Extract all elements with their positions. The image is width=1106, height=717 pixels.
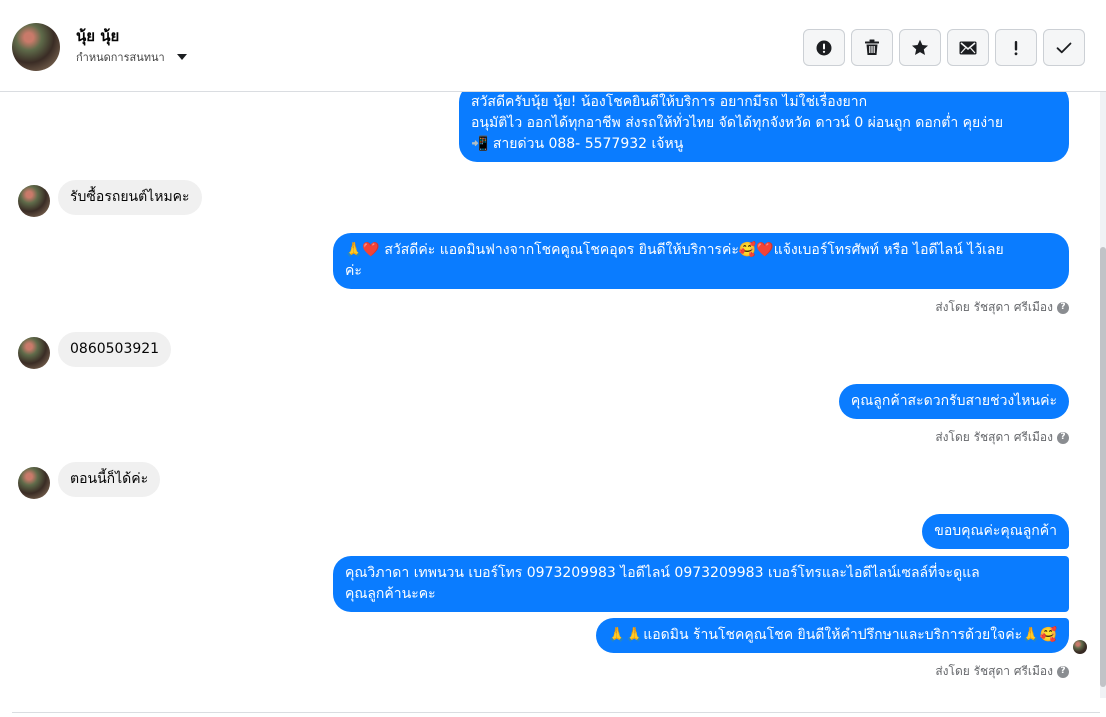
contact-name[interactable]: นุ้ย นุ้ย	[76, 24, 119, 48]
message-line: คุณลูกค้านะคะ	[345, 586, 436, 602]
message-line: คุณวิภาดา เทพนวน เบอร์โทร 0973209983 ไอด…	[345, 565, 980, 581]
assign-conversation-label: กำหนดการสนทนา	[76, 51, 165, 64]
sent-by-label: ส่งโดย รัชสุดา ศรีเมือง ?	[935, 298, 1069, 317]
message-line: ค่ะ	[345, 263, 362, 279]
scrollbar-track[interactable]	[1100, 92, 1106, 698]
check-icon	[1056, 42, 1072, 53]
sent-by-text: ส่งโดย รัชสุดา ศรีเมือง	[935, 664, 1053, 678]
incoming-message[interactable]: ตอนนี้ก็ได้ค่ะ	[58, 462, 161, 497]
alert-circle-icon	[816, 40, 832, 55]
message-line: สวัสดีครับนุ้ย นุ้ย! น้องโชคยินดีให้บริก…	[471, 94, 868, 110]
help-icon[interactable]: ?	[1057, 431, 1069, 444]
help-icon[interactable]: ?	[1057, 301, 1069, 314]
star-icon	[912, 39, 928, 55]
sent-by-label: ส่งโดย รัชสุดา ศรีเมือง ?	[935, 428, 1069, 447]
help-icon[interactable]: ?	[1057, 665, 1069, 678]
conversation-header: นุ้ย นุ้ย กำหนดการสนทนา	[0, 0, 1106, 92]
assign-conversation-dropdown[interactable]: กำหนดการสนทนา	[76, 48, 187, 66]
outgoing-message[interactable]: ขอบคุณค่ะคุณลูกค้า	[922, 514, 1069, 549]
follow-up-button[interactable]	[995, 29, 1037, 66]
outgoing-message[interactable]: 🙏🙏แอดมิน ร้านโชคคูณโชค ยินดีให้คำปรึกษาแ…	[596, 618, 1069, 653]
toolbar	[803, 29, 1085, 66]
incoming-message[interactable]: 0860503921	[58, 332, 172, 367]
exclamation-icon	[1014, 40, 1018, 55]
trash-icon	[865, 39, 879, 55]
message-line: 🙏❤️ สวัสดีค่ะ แอดมินฟางจากโชคคูณโชคอุดร …	[345, 242, 1004, 258]
avatar[interactable]	[12, 23, 60, 71]
incoming-message[interactable]: รับซื้อรถยนต์ไหมคะ	[58, 180, 202, 215]
mark-unread-button[interactable]	[947, 29, 989, 66]
outgoing-message[interactable]: สวัสดีครับนุ้ย นุ้ย! น้องโชคยินดีให้บริก…	[459, 92, 1069, 162]
sender-avatar	[18, 337, 50, 369]
sent-by-text: ส่งโดย รัชสุดา ศรีเมือง	[935, 430, 1053, 444]
mark-spam-button[interactable]	[803, 29, 845, 66]
sent-by-text: ส่งโดย รัชสุดา ศรีเมือง	[935, 300, 1053, 314]
star-button[interactable]	[899, 29, 941, 66]
envelope-icon	[959, 41, 977, 54]
sender-avatar	[18, 185, 50, 217]
outgoing-message[interactable]: คุณลูกค้าสะดวกรับสายช่วงไหนค่ะ	[838, 384, 1069, 419]
outgoing-message[interactable]: คุณวิภาดา เทพนวน เบอร์โทร 0973209983 ไอด…	[333, 556, 1069, 612]
sent-by-label: ส่งโดย รัชสุดา ศรีเมือง ?	[935, 662, 1069, 681]
mark-done-button[interactable]	[1043, 29, 1085, 66]
delete-button[interactable]	[851, 29, 893, 66]
composer-divider	[12, 712, 1100, 713]
sender-avatar	[18, 467, 50, 499]
message-line: 📲 สายด่วน 088- 5577932 เจ้หนู	[471, 136, 684, 152]
outgoing-message[interactable]: 🙏❤️ สวัสดีค่ะ แอดมินฟางจากโชคคูณโชคอุดร …	[333, 233, 1069, 289]
message-line: อนุมัติไว ออกได้ทุกอาชีพ ส่งรถให้ทั่วไทย…	[471, 115, 1004, 131]
seen-avatar	[1073, 640, 1087, 654]
message-thread: สวัสดีครับนุ้ย นุ้ย! น้องโชคยินดีให้บริก…	[0, 92, 1100, 712]
caret-down-icon	[176, 54, 187, 60]
scrollbar-thumb[interactable]	[1100, 247, 1106, 687]
